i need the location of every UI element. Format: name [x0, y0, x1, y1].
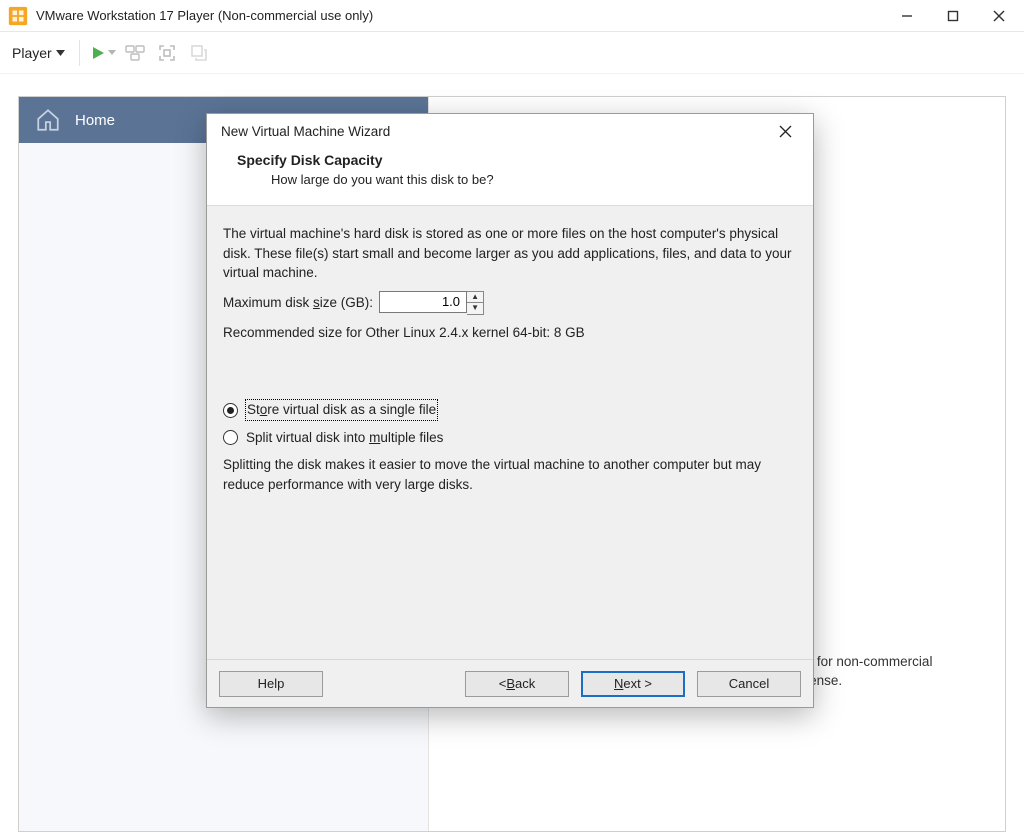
dialog-header-title: Specify Disk Capacity	[237, 152, 783, 168]
home-icon	[35, 107, 61, 133]
recommended-size: Recommended size for Other Linux 2.4.x k…	[223, 323, 797, 343]
split-description: Splitting the disk makes it easier to mo…	[223, 455, 775, 494]
max-disk-row: Maximum disk size (GB): ▲ ▼	[223, 291, 797, 315]
max-disk-label: Maximum disk size (GB):	[223, 293, 373, 313]
window-title: VMware Workstation 17 Player (Non-commer…	[36, 8, 373, 23]
dialog-close-button[interactable]	[763, 117, 807, 145]
back-button[interactable]: < Back	[465, 671, 569, 697]
window-titlebar: VMware Workstation 17 Player (Non-commer…	[0, 0, 1024, 32]
dialog-footer: Help < Back Next > Cancel	[207, 659, 813, 707]
radio-icon	[223, 403, 238, 418]
dialog-header-sub: How large do you want this disk to be?	[271, 172, 783, 187]
cancel-button[interactable]: Cancel	[697, 671, 801, 697]
radio-split-files[interactable]: Split virtual disk into multiple files	[223, 428, 797, 448]
help-button[interactable]: Help	[219, 671, 323, 697]
radio-single-file[interactable]: Store virtual disk as a single file	[223, 400, 797, 420]
unity-button[interactable]	[184, 38, 214, 68]
caret-down-icon	[56, 50, 65, 56]
window-minimize-button[interactable]	[884, 0, 930, 32]
fullscreen-button[interactable]	[152, 38, 182, 68]
play-button[interactable]	[88, 38, 118, 68]
player-menu[interactable]: Player	[6, 43, 71, 63]
dialog-title: New Virtual Machine Wizard	[221, 124, 390, 139]
close-icon	[779, 125, 792, 138]
dialog-body: The virtual machine's hard disk is store…	[207, 206, 813, 659]
caret-down-icon	[108, 50, 116, 55]
disk-store-radio-group: Store virtual disk as a single file Spli…	[223, 400, 797, 494]
window-close-button[interactable]	[976, 0, 1022, 32]
dialog-titlebar: New Virtual Machine Wizard	[207, 114, 813, 148]
disk-size-spinner[interactable]: ▲ ▼	[467, 291, 484, 315]
radio-icon	[223, 430, 238, 445]
spinner-down-icon[interactable]: ▼	[467, 303, 483, 314]
new-vm-wizard-dialog: New Virtual Machine Wizard Specify Disk …	[206, 113, 814, 708]
max-disk-input[interactable]	[379, 291, 467, 313]
window-maximize-button[interactable]	[930, 0, 976, 32]
dialog-description: The virtual machine's hard disk is store…	[223, 224, 797, 283]
dialog-header: Specify Disk Capacity How large do you w…	[207, 148, 813, 206]
send-ctrl-alt-del-button[interactable]	[120, 38, 150, 68]
toolbar: Player	[0, 32, 1024, 74]
spinner-up-icon[interactable]: ▲	[467, 292, 483, 303]
app-icon	[4, 2, 32, 30]
toolbar-divider	[79, 40, 80, 66]
radio-split-label: Split virtual disk into multiple files	[246, 428, 443, 448]
player-menu-label: Player	[12, 45, 52, 61]
sidebar-item-label: Home	[75, 112, 115, 129]
next-button[interactable]: Next >	[581, 671, 685, 697]
radio-single-label: Store virtual disk as a single file	[246, 400, 437, 420]
